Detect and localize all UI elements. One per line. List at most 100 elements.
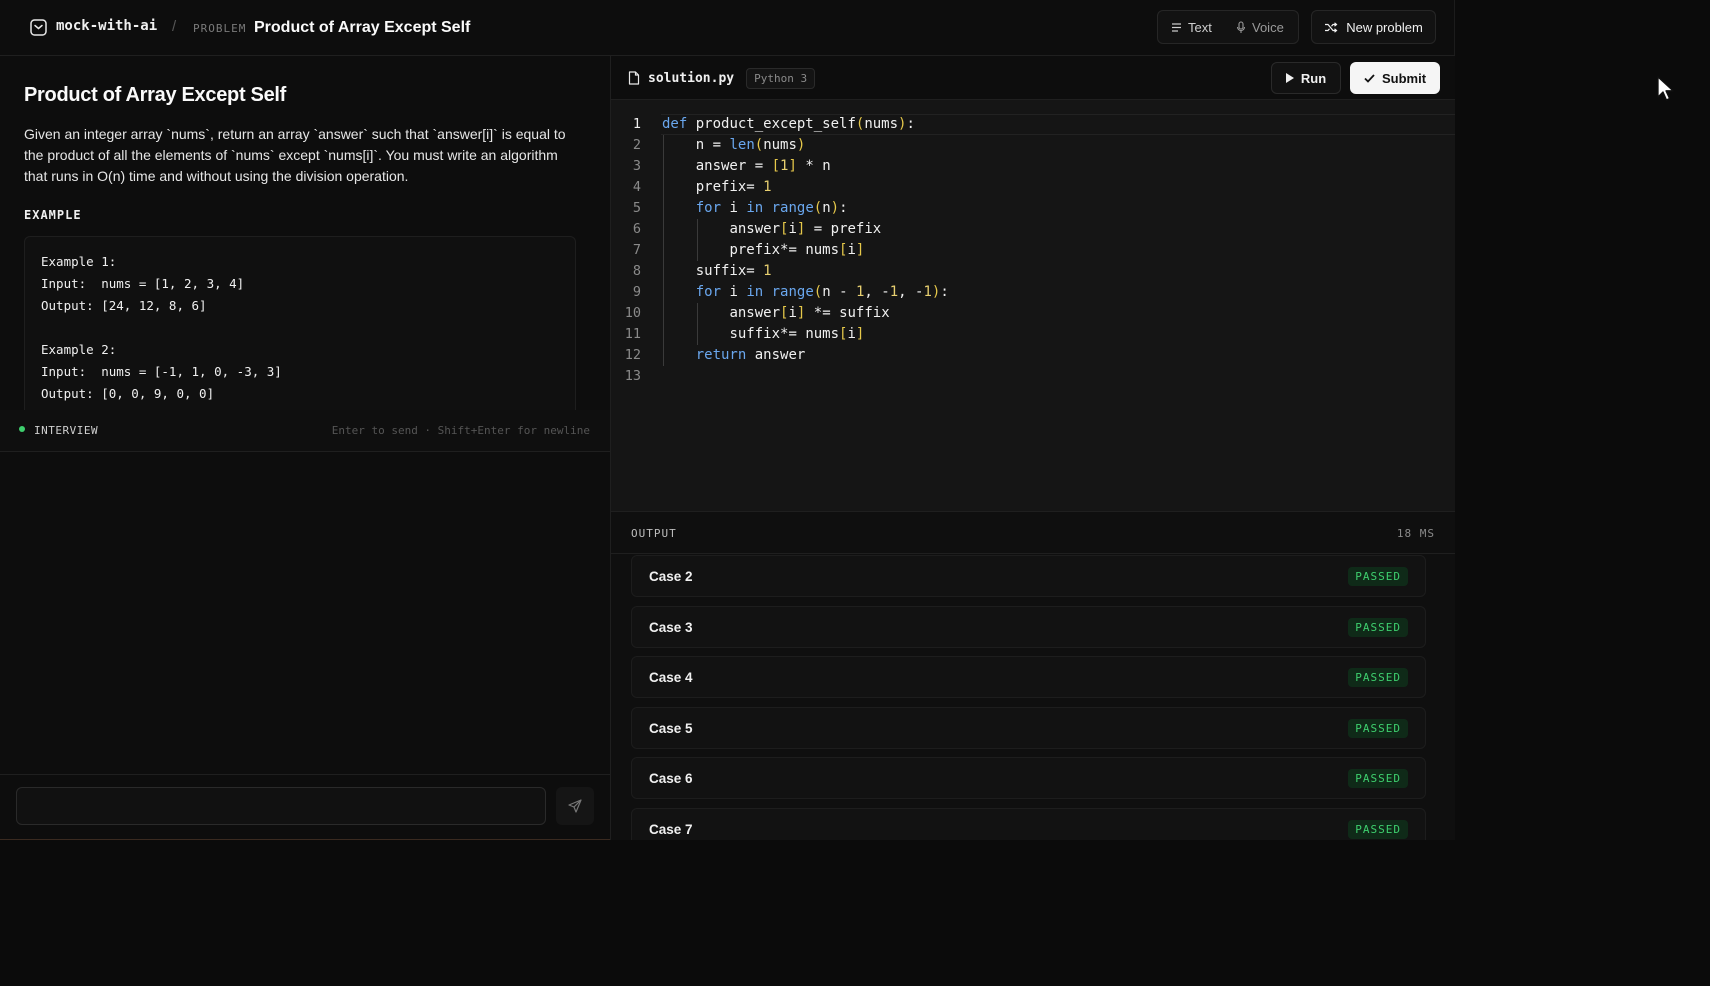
run-label: Run <box>1300 70 1327 86</box>
output-label: OUTPUT <box>631 527 677 540</box>
chat-input[interactable] <box>16 787 546 825</box>
line-number: 3 <box>632 158 641 174</box>
line-number: 4 <box>632 179 641 195</box>
code-line[interactable]: answer[i] *= suffix <box>662 303 949 324</box>
line-number: 6 <box>632 221 641 237</box>
composer-bar <box>0 774 610 840</box>
indent-guide <box>696 303 698 324</box>
status-badge: PASSED <box>1348 769 1408 788</box>
code-line[interactable]: prefix= 1 <box>662 177 949 198</box>
new-problem-label: New problem <box>1346 19 1423 35</box>
test-case-row[interactable]: Case 2 PASSED <box>631 555 1426 597</box>
line-number: 12 <box>624 347 641 363</box>
status-badge: PASSED <box>1348 617 1408 637</box>
breadcrumb-label: PROBLEM <box>193 22 247 35</box>
code-line[interactable]: prefix*= nums[i] <box>662 240 949 261</box>
app-window: mock-with-ai / PROBLEM Product of Array … <box>0 0 1455 840</box>
text-mode-label: Text <box>1188 19 1212 35</box>
shuffle-icon <box>1325 21 1338 33</box>
status-dot <box>19 426 25 432</box>
output-panel: OUTPUT 18 MS Case 2 PASSED Case 3 PASSED Cas… <box>611 512 1455 840</box>
status-badge: PASSED <box>1348 819 1408 839</box>
problem-description: Given an integer array `nums`, return an… <box>24 126 566 184</box>
breadcrumb-separator: / <box>172 18 177 35</box>
code-line[interactable]: for i in range(n - 1, -1, -1): <box>662 282 949 303</box>
paper-plane-icon <box>568 799 582 813</box>
line-number: 2 <box>632 137 641 153</box>
voice-mode-button[interactable]: Voice <box>1236 11 1284 43</box>
indent-guide <box>663 324 664 345</box>
test-case-row[interactable]: Case 7 PASSED <box>631 807 1426 840</box>
code-text: for i in range(n): <box>695 200 848 216</box>
indent-guide <box>663 240 664 261</box>
code-line[interactable]: for i in range(n): <box>662 198 949 219</box>
code-line[interactable]: suffix= 1 <box>662 261 949 282</box>
code-editor[interactable]: 1 2 3 4 5 6 7 8 9 10 11 12 13 def product_except_sel… <box>611 100 1455 512</box>
code-text: answer[i] = prefix <box>729 221 882 237</box>
send-button[interactable] <box>556 787 594 825</box>
example-block: Example 1: Input: nums = [1, 2, 3, 4] Ou… <box>24 236 576 426</box>
code-text: n = len(nums) <box>695 137 806 153</box>
line-number: 13 <box>624 368 641 384</box>
code-text: answer = [1] * n <box>695 158 831 174</box>
indent-guide <box>663 219 664 240</box>
file-icon <box>628 71 640 85</box>
line-number: 8 <box>632 263 641 279</box>
top-header: mock-with-ai / PROBLEM Product of Array … <box>0 0 1455 56</box>
indent-guide <box>663 282 664 303</box>
breadcrumb-problem-title: Product of Array Except Self <box>254 19 471 36</box>
submit-button[interactable]: Submit <box>1350 62 1440 94</box>
file-name: solution.py <box>648 70 735 86</box>
indent-guide <box>663 198 664 219</box>
line-number: 1 <box>632 116 641 132</box>
code-text: prefix= 1 <box>695 179 772 195</box>
editor-toolbar: solution.py Python 3 Run Submit <box>611 56 1455 100</box>
indent-guide <box>663 135 664 156</box>
status-badge: PASSED <box>1348 567 1408 586</box>
send-hint: Enter to send · Shift+Enter for newline <box>331 424 590 437</box>
indent-guide <box>663 156 664 177</box>
check-icon <box>1364 73 1375 83</box>
line-number: 5 <box>632 200 641 216</box>
new-problem-button[interactable]: New problem <box>1311 10 1436 44</box>
status-badge: PASSED <box>1348 718 1408 738</box>
test-case-row[interactable]: Case 4 PASSED <box>631 656 1426 698</box>
code-text: suffix*= nums[i] <box>729 326 865 342</box>
test-case-row[interactable]: Case 3 PASSED <box>631 605 1426 648</box>
code-line[interactable]: answer[i] = prefix <box>662 219 949 240</box>
lines-icon <box>1172 22 1181 32</box>
line-number-gutter: 1 2 3 4 5 6 7 8 9 10 11 12 13 <box>611 114 641 387</box>
test-case-name: Case 3 <box>649 619 693 635</box>
line-number: 11 <box>624 326 641 342</box>
voice-mode-label: Voice <box>1252 19 1284 35</box>
status-badge: PASSED <box>1348 668 1408 687</box>
output-divider <box>611 553 1455 554</box>
test-case-list: Case 2 PASSED Case 3 PASSED Case 4 PASSED Case… <box>631 555 1426 840</box>
code-line[interactable]: def product_except_self(nums): <box>662 114 949 135</box>
code-lines[interactable]: def product_except_self(nums): n = len(n… <box>662 114 949 387</box>
test-case-name: Case 7 <box>649 821 693 837</box>
code-line[interactable] <box>662 366 949 387</box>
brand-name[interactable]: mock-with-ai <box>56 18 157 34</box>
run-button[interactable]: Run <box>1271 62 1341 94</box>
test-case-row[interactable]: Case 6 PASSED <box>631 757 1426 799</box>
code-line[interactable]: return answer <box>662 345 949 366</box>
test-case-name: Case 5 <box>649 720 693 736</box>
code-line[interactable]: suffix*= nums[i] <box>662 324 949 345</box>
file-tab[interactable]: solution.py Python 3 <box>628 65 816 91</box>
code-line[interactable]: answer = [1] * n <box>662 156 949 177</box>
mouse-pointer-icon <box>1657 76 1674 101</box>
line-number: 9 <box>632 284 641 300</box>
code-text: return answer <box>695 347 806 363</box>
test-case-row[interactable]: Case 5 PASSED <box>631 706 1426 749</box>
interview-label: INTERVIEW <box>34 424 99 437</box>
code-line[interactable]: n = len(nums) <box>662 135 949 156</box>
code-text: def product_except_self(nums): <box>662 116 915 132</box>
test-case-name: Case 2 <box>649 569 693 584</box>
text-mode-button[interactable]: Text <box>1171 11 1212 43</box>
code-text: suffix= 1 <box>695 263 772 279</box>
mode-toggle-group: Text Voice <box>1157 10 1299 44</box>
indent-guide <box>663 345 664 366</box>
line-number: 10 <box>624 305 641 321</box>
indent-guide <box>696 219 698 240</box>
